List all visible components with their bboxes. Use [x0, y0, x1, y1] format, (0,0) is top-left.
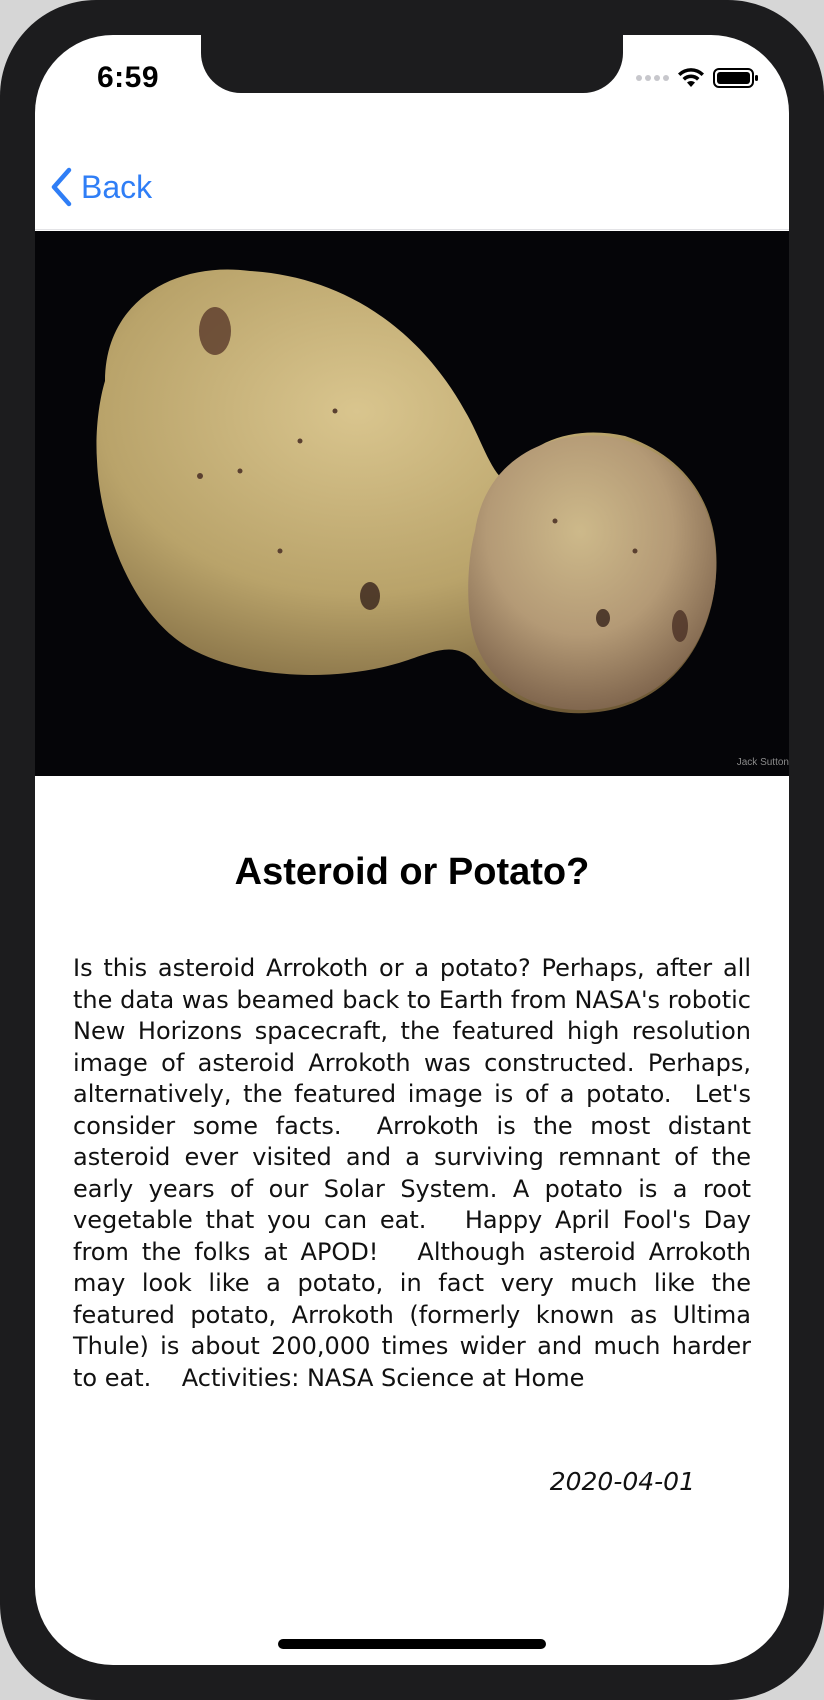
article-explanation: Is this asteroid Arrokoth or a potato? P… [73, 954, 759, 1392]
chevron-left-icon [51, 167, 72, 207]
cellular-signal-icon [636, 75, 669, 81]
back-button[interactable]: Back [49, 167, 152, 207]
status-time: 6:59 [97, 61, 160, 94]
article-date: 2020-04-01 [549, 1467, 695, 1496]
device-frame: 6:59 Back Jack Sutton Asteroid or Potato… [0, 0, 824, 1700]
back-button-label: Back [81, 169, 153, 205]
wifi-icon [678, 68, 704, 87]
article-title: Asteroid or Potato? [234, 851, 590, 893]
apod-image: Jack Sutton [35, 231, 789, 776]
battery-icon [713, 68, 758, 88]
navigation-bar: Back [35, 123, 789, 230]
device-notch [201, 35, 623, 93]
app-screen: 6:59 Back Jack Sutton Asteroid or Potato… [35, 35, 789, 1665]
status-indicators [636, 65, 759, 91]
home-indicator[interactable] [278, 1639, 546, 1649]
potato-image [35, 231, 789, 776]
image-credit: Jack Sutton [736, 757, 789, 768]
